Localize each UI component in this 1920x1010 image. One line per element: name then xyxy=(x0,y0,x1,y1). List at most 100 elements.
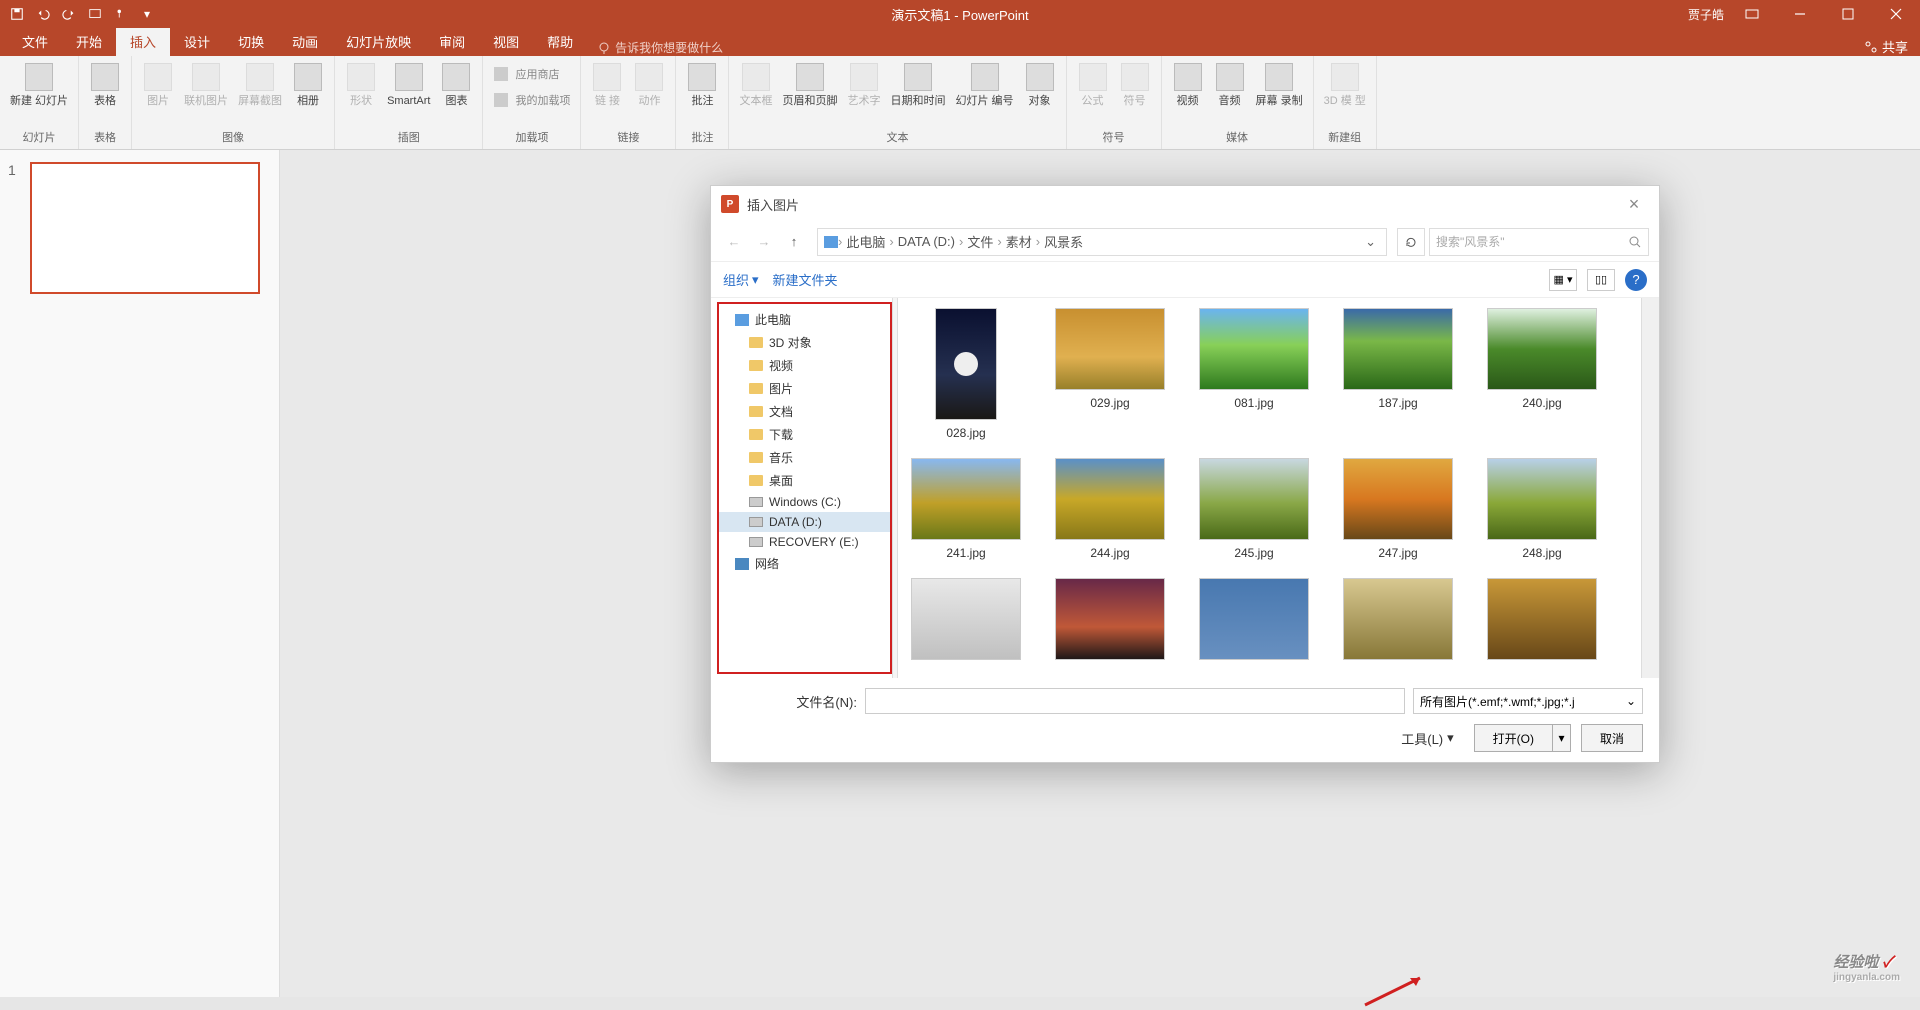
smartart-button[interactable]: SmartArt xyxy=(383,58,434,110)
tab-file[interactable]: 文件 xyxy=(8,27,62,56)
file-item[interactable]: 247.jpg xyxy=(1342,458,1454,560)
crumb-folder3[interactable]: 风景系 xyxy=(1040,232,1087,251)
new-slide-button[interactable]: 新建 幻灯片 xyxy=(6,58,72,110)
screen-recording-button[interactable]: 屏幕 录制 xyxy=(1252,58,1307,110)
tab-review[interactable]: 审阅 xyxy=(425,27,479,56)
picture-button[interactable]: 图片 xyxy=(138,58,178,110)
tools-dropdown[interactable]: 工具(L)▾ xyxy=(1401,729,1453,748)
close-button[interactable] xyxy=(1876,0,1916,28)
help-button[interactable]: ? xyxy=(1625,269,1647,291)
app-store-button[interactable]: 应用商店 xyxy=(489,64,563,84)
header-footer-button[interactable]: 页眉和页脚 xyxy=(778,58,841,110)
undo-button[interactable] xyxy=(32,3,54,25)
qat-customize-button[interactable]: ▾ xyxy=(136,3,158,25)
datetime-button[interactable]: 日期和时间 xyxy=(886,58,949,110)
wordart-button[interactable]: 艺术字 xyxy=(843,58,884,110)
tell-me-search[interactable]: 告诉我你想要做什么 xyxy=(597,39,723,56)
crumb-folder2[interactable]: 素材 xyxy=(1002,232,1036,251)
tree-desktop[interactable]: 桌面 xyxy=(719,469,890,492)
tree-pictures[interactable]: 图片 xyxy=(719,377,890,400)
tab-view[interactable]: 视图 xyxy=(479,27,533,56)
file-item[interactable] xyxy=(1486,578,1598,660)
search-input[interactable]: 搜索"风景系" xyxy=(1429,228,1649,256)
breadcrumb-bar[interactable]: › 此电脑› DATA (D:)› 文件› 素材› 风景系 ⌄ xyxy=(817,228,1387,256)
file-item[interactable] xyxy=(910,578,1022,660)
audio-button[interactable]: 音频 xyxy=(1210,58,1250,110)
back-button[interactable]: ← xyxy=(721,229,747,255)
file-item[interactable] xyxy=(1342,578,1454,660)
file-item[interactable]: 240.jpg xyxy=(1486,308,1598,440)
crumb-folder1[interactable]: 文件 xyxy=(963,232,997,251)
symbol-button[interactable]: 符号 xyxy=(1115,58,1155,110)
equation-button[interactable]: 公式 xyxy=(1073,58,1113,110)
comment-button[interactable]: 批注 xyxy=(682,58,722,110)
tree-video[interactable]: 视频 xyxy=(719,354,890,377)
tree-downloads[interactable]: 下载 xyxy=(719,423,890,446)
file-item[interactable] xyxy=(1054,578,1166,660)
start-from-beginning-button[interactable] xyxy=(84,3,106,25)
tab-home[interactable]: 开始 xyxy=(62,27,116,56)
view-mode-button[interactable]: ▦ ▾ xyxy=(1549,269,1577,291)
save-button[interactable] xyxy=(6,3,28,25)
crumb-pc[interactable]: 此电脑 xyxy=(842,232,889,251)
tree-this-pc[interactable]: 此电脑 xyxy=(719,308,890,331)
tree-documents[interactable]: 文档 xyxy=(719,400,890,423)
screenshot-button[interactable]: 屏幕截图 xyxy=(234,58,286,110)
open-button[interactable]: 打开(O) xyxy=(1474,724,1553,752)
file-item[interactable]: 081.jpg xyxy=(1198,308,1310,440)
forward-button[interactable]: → xyxy=(751,229,777,255)
file-item[interactable]: 187.jpg xyxy=(1342,308,1454,440)
textbox-button[interactable]: 文本框 xyxy=(735,58,776,110)
crumb-drive[interactable]: DATA (D:) xyxy=(894,234,959,249)
tree-d-drive[interactable]: DATA (D:) xyxy=(719,512,890,532)
open-dropdown[interactable]: ▾ xyxy=(1553,724,1571,752)
tree-network[interactable]: 网络 xyxy=(719,552,890,575)
online-picture-button[interactable]: 联机图片 xyxy=(180,58,232,110)
3d-model-button[interactable]: 3D 模 型 xyxy=(1320,58,1370,110)
photo-album-button[interactable]: 相册 xyxy=(288,58,328,110)
tree-c-drive[interactable]: Windows (C:) xyxy=(719,492,890,512)
my-addins-button[interactable]: 我的加载项 xyxy=(489,90,574,110)
new-folder-button[interactable]: 新建文件夹 xyxy=(773,270,838,289)
tab-animation[interactable]: 动画 xyxy=(278,27,332,56)
refresh-button[interactable] xyxy=(1397,228,1425,256)
tab-design[interactable]: 设计 xyxy=(170,27,224,56)
vertical-scrollbar[interactable] xyxy=(1641,298,1659,678)
slide-number-button[interactable]: 幻灯片 编号 xyxy=(951,58,1017,110)
table-button[interactable]: 表格 xyxy=(85,58,125,110)
tab-transition[interactable]: 切换 xyxy=(224,27,278,56)
file-item[interactable]: 248.jpg xyxy=(1486,458,1598,560)
minimize-button[interactable] xyxy=(1780,0,1820,28)
file-item[interactable] xyxy=(1198,578,1310,660)
chart-button[interactable]: 图表 xyxy=(436,58,476,110)
tab-slideshow[interactable]: 幻灯片放映 xyxy=(332,27,425,56)
file-item[interactable]: 241.jpg xyxy=(910,458,1022,560)
shapes-button[interactable]: 形状 xyxy=(341,58,381,110)
cancel-button[interactable]: 取消 xyxy=(1581,724,1643,752)
slide-thumbnail-1[interactable] xyxy=(30,162,260,294)
object-button[interactable]: 对象 xyxy=(1020,58,1060,110)
touch-mode-button[interactable] xyxy=(110,3,132,25)
action-button[interactable]: 动作 xyxy=(629,58,669,110)
video-button[interactable]: 视频 xyxy=(1168,58,1208,110)
tree-3d-objects[interactable]: 3D 对象 xyxy=(719,331,890,354)
file-item[interactable]: 029.jpg xyxy=(1054,308,1166,440)
tab-help[interactable]: 帮助 xyxy=(533,27,587,56)
file-item[interactable]: 245.jpg xyxy=(1198,458,1310,560)
tree-e-drive[interactable]: RECOVERY (E:) xyxy=(719,532,890,552)
filename-input[interactable] xyxy=(865,688,1405,714)
breadcrumb-dropdown[interactable]: ⌄ xyxy=(1361,234,1380,250)
file-filter-dropdown[interactable]: 所有图片(*.emf;*.wmf;*.jpg;*.j⌄ xyxy=(1413,688,1643,714)
redo-button[interactable] xyxy=(58,3,80,25)
tree-music[interactable]: 音乐 xyxy=(719,446,890,469)
file-item[interactable]: 244.jpg xyxy=(1054,458,1166,560)
share-button[interactable]: 共享 xyxy=(1864,37,1908,56)
preview-pane-button[interactable]: ▯▯ xyxy=(1587,269,1615,291)
ribbon-display-button[interactable] xyxy=(1732,0,1772,28)
maximize-button[interactable] xyxy=(1828,0,1868,28)
link-button[interactable]: 链 接 xyxy=(587,58,627,110)
organize-button[interactable]: 组织▾ xyxy=(723,270,759,289)
file-item[interactable]: 028.jpg xyxy=(910,308,1022,440)
up-button[interactable]: ↑ xyxy=(781,229,807,255)
tab-insert[interactable]: 插入 xyxy=(116,27,170,56)
